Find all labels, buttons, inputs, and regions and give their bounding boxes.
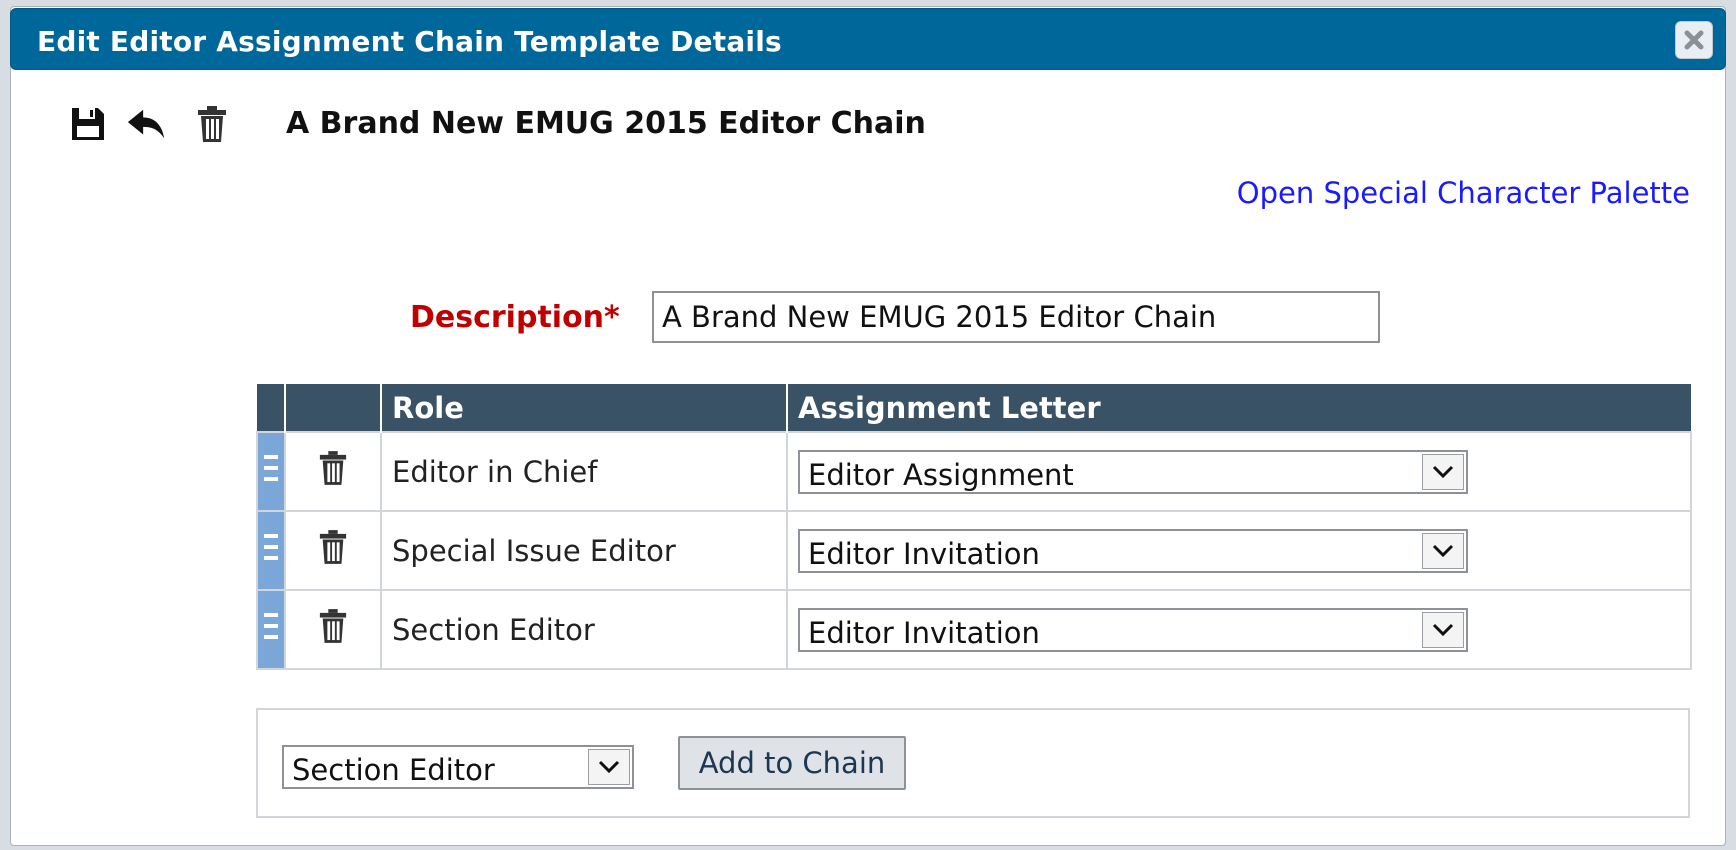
letter-cell: Editor Invitation [786,589,1692,670]
save-icon [72,108,104,140]
chevron-down-icon [1422,611,1464,648]
undo-icon [127,109,165,139]
header-actions [284,384,381,432]
close-button[interactable] [1675,21,1713,59]
drag-handle[interactable] [256,510,286,591]
assignment-letter-value: Editor Invitation [808,615,1040,650]
chevron-down-icon [1422,453,1464,490]
role-cell: Section Editor [380,589,788,670]
trash-icon [319,451,347,485]
chain-title: A Brand New EMUG 2015 Editor Chain [286,106,926,141]
drag-handle[interactable] [256,431,286,512]
table-row: Editor in Chief Editor Assignment [256,431,1692,512]
chevron-down-icon [1422,532,1464,569]
header-assignment-letter[interactable]: Assignment Letter [786,384,1691,432]
role-cell: Editor in Chief [380,431,788,512]
role-select[interactable]: Section Editor [282,745,634,789]
drag-handle-icon [264,534,278,560]
chain-table: Role Assignment Letter Editor in Chief E… [256,384,1692,670]
undo-button[interactable] [126,104,166,144]
trash-icon [319,530,347,564]
dialog-title: Edit Editor Assignment Chain Template De… [37,25,782,58]
assignment-letter-value: Editor Invitation [808,536,1040,571]
delete-chain-button[interactable] [192,104,232,144]
add-to-chain-button[interactable]: Add to Chain [678,736,906,790]
trash-icon [198,106,226,142]
table-row: Special Issue Editor Editor Invitation [256,510,1692,591]
assignment-letter-value: Editor Assignment [808,457,1074,492]
drag-handle-icon [264,613,278,639]
drag-handle[interactable] [256,589,286,670]
special-character-palette-link[interactable]: Open Special Character Palette [1237,176,1690,210]
table-header-row: Role Assignment Letter [257,384,1691,432]
role-select-value: Section Editor [292,753,495,787]
header-role[interactable]: Role [380,384,787,432]
trash-icon [319,609,347,643]
assignment-letter-select[interactable]: Editor Assignment [798,449,1468,494]
remove-row-button[interactable] [284,431,382,512]
table-row: Section Editor Editor Invitation [256,589,1692,670]
letter-cell: Editor Invitation [786,510,1692,591]
dialog-title-bar: Edit Editor Assignment Chain Template De… [10,8,1726,70]
save-button[interactable] [68,104,108,144]
role-cell: Special Issue Editor [380,510,788,591]
drag-handle-icon [264,455,278,481]
remove-row-button[interactable] [284,589,382,670]
chevron-down-icon [588,749,630,785]
assignment-letter-select[interactable]: Editor Invitation [798,607,1468,652]
assignment-letter-select[interactable]: Editor Invitation [798,528,1468,573]
description-label: Description* [410,300,620,335]
remove-row-button[interactable] [284,510,382,591]
letter-cell: Editor Assignment [786,431,1692,512]
close-icon [1684,30,1704,50]
add-to-chain-panel: Section Editor Add to Chain [256,708,1690,818]
description-input[interactable] [652,291,1380,343]
header-handle [257,384,285,432]
